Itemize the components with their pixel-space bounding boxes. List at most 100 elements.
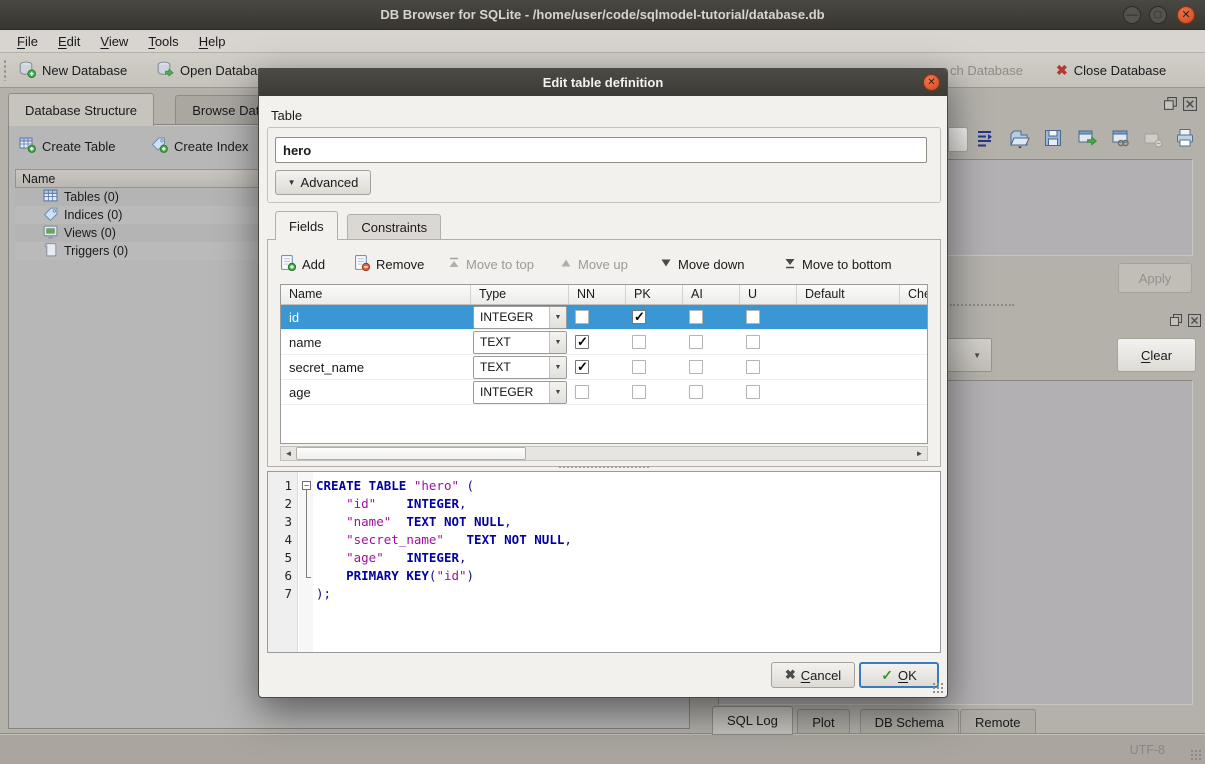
new-database-button[interactable]: New Database [12,56,133,84]
remove-field-button[interactable]: Remove [354,251,424,277]
grid-horizontal-scrollbar[interactable]: ◄ ► [280,446,928,461]
create-table-button[interactable]: Create Table [15,134,119,158]
cancel-icon: ✖ [785,667,796,683]
menu-help[interactable]: Help [190,32,235,51]
column-header-default[interactable]: Default [797,285,900,304]
print-icon[interactable] [1174,127,1198,151]
ai-checkbox[interactable] [689,385,703,399]
advanced-button[interactable]: ▼ Advanced [275,170,371,195]
nn-checkbox[interactable] [575,335,589,349]
nn-checkbox[interactable] [575,310,589,324]
combo-arrow-icon[interactable]: ▼ [549,307,566,328]
tab-remote[interactable]: Remote [960,709,1036,735]
type-combobox[interactable]: TEXT▼ [473,356,567,379]
create-index-button[interactable]: Create Index [147,134,252,158]
fields-grid-header[interactable]: NameTypeNNPKAIUDefaultChe [281,285,927,305]
dialog-resize-grip[interactable] [932,682,944,694]
column-header-nn[interactable]: NN [569,285,626,304]
nn-checkbox[interactable] [575,385,589,399]
tab-db-schema[interactable]: DB Schema [860,709,959,735]
field-name-cell[interactable]: name [281,335,471,350]
dock-float-icon[interactable] [1170,314,1183,330]
ai-checkbox[interactable] [689,310,703,324]
dialog-splitter-handle[interactable] [559,466,649,468]
column-header-type[interactable]: Type [471,285,569,304]
combo-arrow-icon[interactable]: ▼ [549,332,566,353]
sql-line-number: 3 [268,514,292,532]
add-field-button[interactable]: Add [280,251,325,277]
field-row-age[interactable]: ageINTEGER▼ [281,380,927,405]
dialog-titlebar[interactable]: Edit table definition [259,69,947,96]
restore-icon[interactable] [1164,97,1178,114]
ok-button[interactable]: ✓ OK [859,662,939,688]
move-down-icon [660,257,672,272]
table-name-input[interactable]: hero [275,137,927,163]
menu-view[interactable]: View [91,32,137,51]
u-checkbox[interactable] [746,385,760,399]
import-file-icon[interactable] [1008,127,1032,151]
move-to-bottom-button[interactable]: Move to bottom [784,251,892,277]
link-icon[interactable] [1110,127,1134,151]
pk-checkbox[interactable] [632,310,646,324]
pk-checkbox[interactable] [632,385,646,399]
combo-arrow-icon[interactable]: ▼ [549,357,566,378]
toolbar-drag-handle[interactable] [3,59,7,81]
scroll-left-icon[interactable]: ◄ [281,447,296,460]
dock-close-icon[interactable] [1188,314,1201,330]
scroll-right-icon[interactable]: ► [912,447,927,460]
dialog-tab-constraints[interactable]: Constraints [347,214,441,240]
u-checkbox[interactable] [746,360,760,374]
tab-database-structure[interactable]: Database Structure [8,93,154,126]
resize-grip[interactable] [1190,749,1202,761]
field-row-name[interactable]: nameTEXT▼ [281,330,927,355]
tab-plot[interactable]: Plot [797,709,849,735]
dock-handle[interactable] [950,304,1014,306]
move-down-label: Move down [678,257,744,272]
column-header-name[interactable]: Name [281,285,471,304]
field-name-cell[interactable]: id [281,310,471,325]
combo-arrow-icon[interactable]: ▼ [549,382,566,403]
clear-log-button[interactable]: Clear [1117,338,1196,372]
field-row-secret_name[interactable]: secret_nameTEXT▼ [281,355,927,380]
pk-checkbox[interactable] [632,335,646,349]
fold-marker-icon[interactable]: − [302,481,311,490]
save-icon[interactable] [1042,127,1066,151]
column-header-ai[interactable]: AI [683,285,740,304]
field-name-cell[interactable]: secret_name [281,360,471,375]
edit-cell-mode-button[interactable] [948,127,968,152]
type-combobox[interactable]: INTEGER▼ [473,306,567,329]
ai-checkbox[interactable] [689,335,703,349]
field-name-cell[interactable]: age [281,385,471,400]
encoding-indicator[interactable]: UTF-8 [1130,743,1165,757]
pk-checkbox[interactable] [632,360,646,374]
column-header-che[interactable]: Che [900,285,928,304]
nn-checkbox[interactable] [575,360,589,374]
maximize-icon[interactable]: □ [1149,6,1167,24]
word-wrap-icon[interactable] [974,127,998,151]
move-down-button[interactable]: Move down [660,251,744,277]
u-checkbox[interactable] [746,310,760,324]
close-icon[interactable]: ✕ [1177,6,1195,24]
menu-file[interactable]: File [8,32,47,51]
sql-line-number: 2 [268,496,292,514]
field-row-id[interactable]: idINTEGER▼ [281,305,927,330]
cancel-button[interactable]: ✖ Cancel [771,662,855,688]
menu-edit[interactable]: Edit [49,32,89,51]
column-header-u[interactable]: U [740,285,797,304]
minimize-icon[interactable]: — [1123,6,1141,24]
ai-checkbox[interactable] [689,360,703,374]
menu-tools[interactable]: Tools [139,32,187,51]
type-combobox[interactable]: TEXT▼ [473,331,567,354]
type-combobox[interactable]: INTEGER▼ [473,381,567,404]
close-subwindow-icon[interactable] [1183,97,1197,114]
advanced-label: Advanced [301,175,359,190]
export-icon[interactable] [1076,127,1100,151]
dialog-close-icon[interactable]: ✕ [923,74,940,91]
u-checkbox[interactable] [746,335,760,349]
scrollbar-thumb[interactable] [296,447,526,460]
close-database-button[interactable]: ✖ Close Database [1050,56,1172,84]
menubar: FileEditViewToolsHelp [0,30,1205,53]
column-header-pk[interactable]: PK [626,285,683,304]
tab-sql-log[interactable]: SQL Log [712,706,793,735]
dialog-tab-fields[interactable]: Fields [275,211,338,240]
